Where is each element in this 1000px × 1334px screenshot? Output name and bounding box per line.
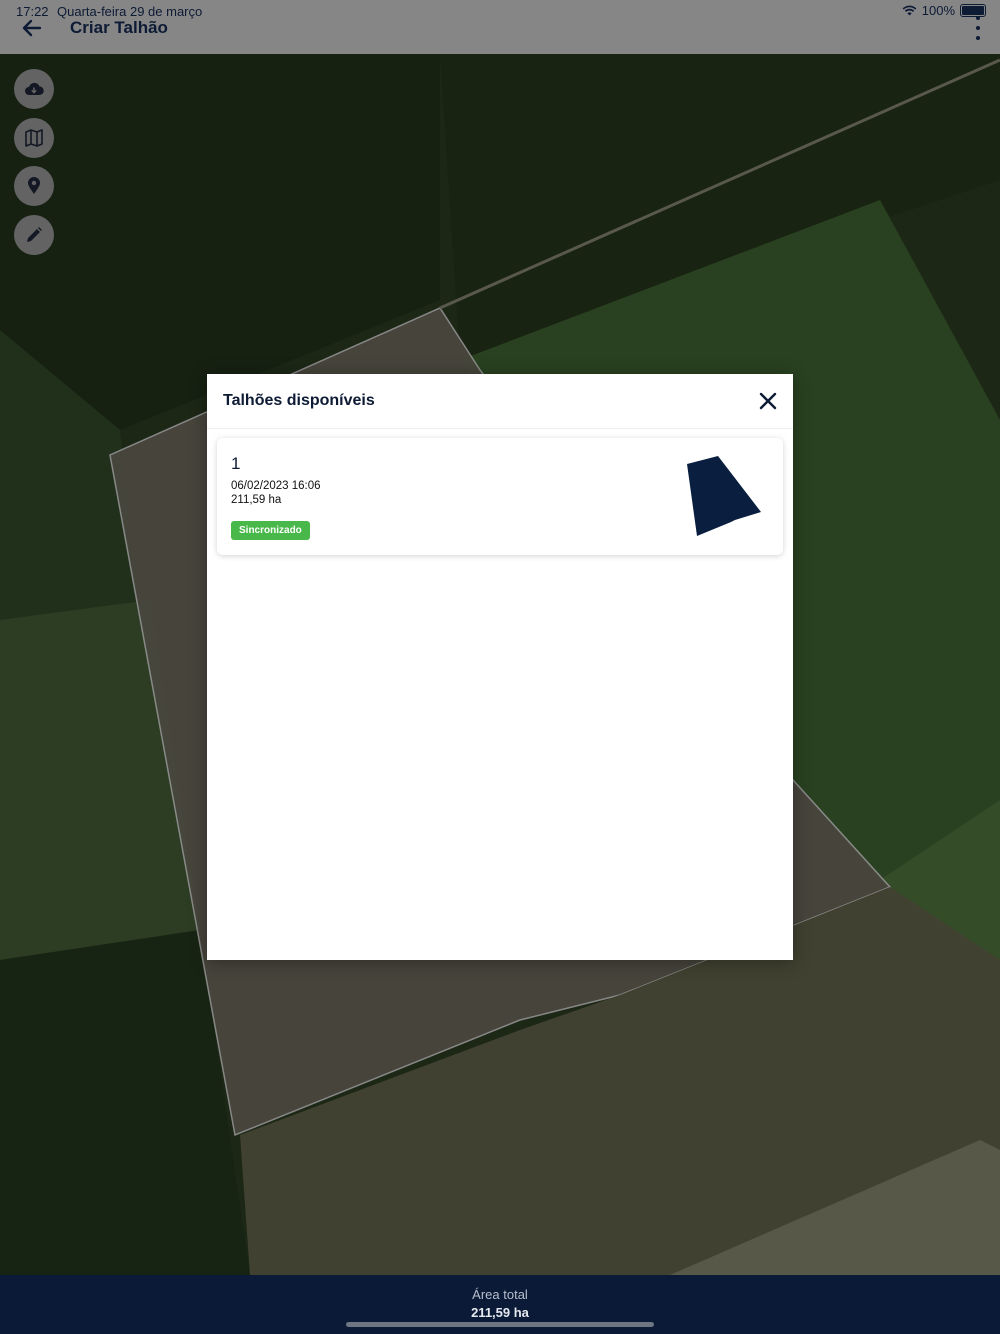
- close-icon[interactable]: [755, 388, 781, 414]
- back-arrow-icon[interactable]: [16, 14, 48, 42]
- modal-title: Talhões disponíveis: [223, 392, 375, 409]
- wifi-icon: [902, 5, 917, 16]
- total-area-label: Área total: [472, 1287, 528, 1302]
- more-options-icon[interactable]: [970, 16, 986, 40]
- page-title: Criar Talhão: [70, 18, 168, 37]
- battery-percent: 100%: [921, 3, 955, 18]
- status-date: Quarta-feira 29 de março: [57, 4, 203, 19]
- total-area-value: 211,59 ha: [471, 1305, 529, 1320]
- sync-status-badge: Sincronizado: [231, 521, 310, 540]
- modal-header: Talhões disponíveis: [207, 374, 793, 429]
- available-fields-modal: Talhões disponíveis 1 06/02/2023 16:06 2…: [207, 374, 793, 960]
- field-card[interactable]: 1 06/02/2023 16:06 211,59 ha Sincronizad…: [217, 438, 783, 555]
- field-date: 06/02/2023 16:06: [231, 480, 321, 492]
- field-name: 1: [231, 454, 241, 473]
- home-indicator: [346, 1322, 654, 1327]
- field-area: 211,59 ha: [231, 494, 282, 506]
- field-shape-thumbnail: [687, 456, 761, 536]
- app-header: 17:22 Quarta-feira 29 de março 100% Cria…: [0, 0, 1000, 54]
